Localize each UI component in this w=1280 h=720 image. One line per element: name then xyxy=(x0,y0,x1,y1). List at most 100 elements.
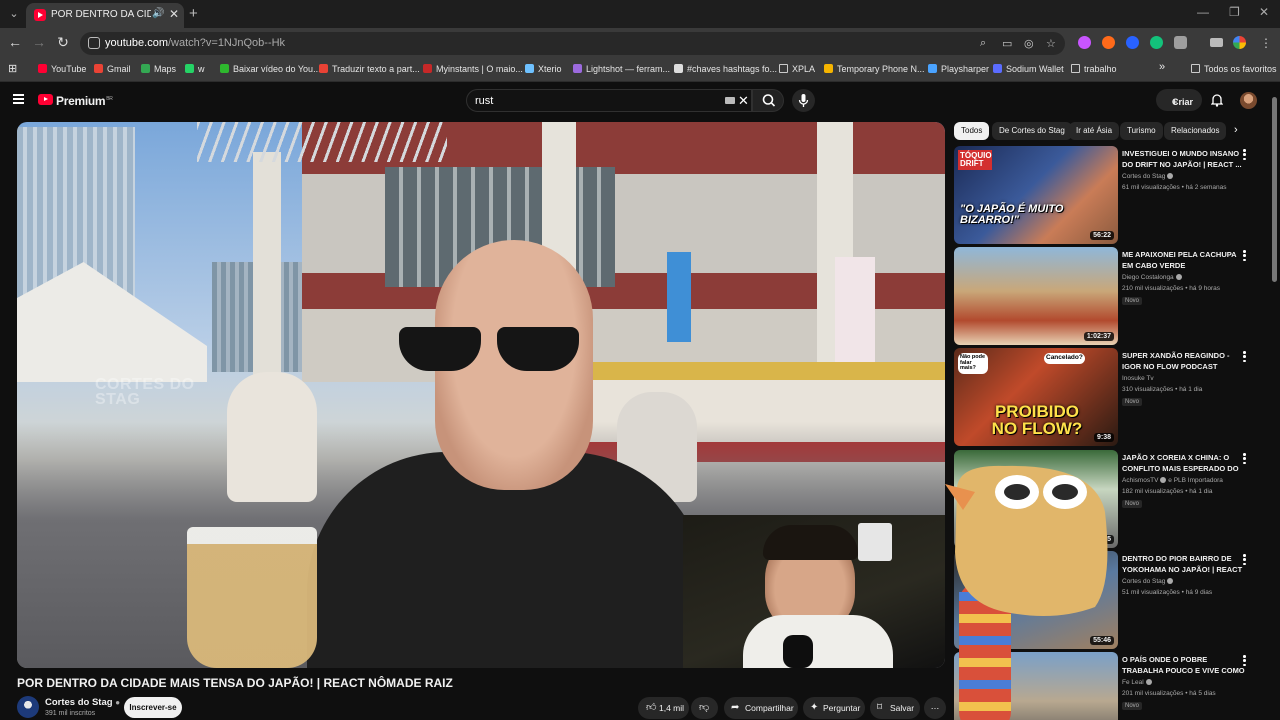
keyboard-icon[interactable] xyxy=(725,97,735,104)
all-bookmarks[interactable]: Todos os favoritos xyxy=(1191,64,1277,74)
bookmark-item[interactable]: Playsharper xyxy=(928,64,989,74)
window-close-icon[interactable]: ✕ xyxy=(1259,5,1269,19)
more-options-icon[interactable] xyxy=(1243,655,1247,668)
apps-grid-icon[interactable]: ⊞ xyxy=(8,62,17,75)
bookmark-item[interactable]: XPLA xyxy=(779,64,815,74)
site-info-icon[interactable] xyxy=(88,37,100,49)
recommendation-title[interactable]: O PAÍS ONDE O POBRE TRABALHA POUCO E VIV… xyxy=(1122,654,1246,676)
bookmark-item[interactable]: Maps xyxy=(141,64,176,74)
bookmark-star-icon[interactable]: ☆ xyxy=(1046,37,1056,50)
recommendation-item[interactable]: 00:45 JAPÃO X COREIA X CHINA: O CONFLITO … xyxy=(954,450,1254,548)
more-options-icon[interactable] xyxy=(1243,250,1247,263)
tab-close-icon[interactable]: ✕ xyxy=(169,7,179,21)
reading-list-icon[interactable] xyxy=(1210,38,1223,47)
search-input[interactable]: rust ✕ xyxy=(466,89,752,112)
back-icon[interactable]: ← xyxy=(6,34,24,50)
recommendation-channel[interactable]: Diego Costalonga xyxy=(1122,274,1182,281)
share-button[interactable]: ➦ Compartilhar xyxy=(724,697,798,719)
notifications-bell-icon[interactable] xyxy=(1211,93,1223,107)
forward-icon[interactable]: → xyxy=(30,34,48,50)
bookmarks-overflow-icon[interactable]: » xyxy=(1159,61,1165,73)
recommendation-thumbnail[interactable]: 00:45 xyxy=(954,450,1118,548)
bookmark-item[interactable]: Xterio xyxy=(525,64,562,74)
more-options-icon[interactable] xyxy=(1243,453,1247,466)
recommendation-item[interactable]: Não pode falar mais? Cancelado? PROIBIDO N… xyxy=(954,348,1254,446)
channel-name[interactable]: Cortes do Stag ● xyxy=(45,697,120,708)
bookmark-item[interactable]: Temporary Phone N... xyxy=(824,64,925,74)
save-button[interactable]: ⌑ Salvar xyxy=(870,697,920,719)
create-button[interactable]: + Criar xyxy=(1156,89,1202,111)
account-avatar[interactable] xyxy=(1240,92,1257,109)
extensions-puzzle-icon[interactable] xyxy=(1174,36,1187,49)
recommendation-channel[interactable]: Cortes do Stag xyxy=(1122,578,1174,585)
youtube-brand[interactable]: PremiumBR xyxy=(56,94,113,108)
recommendation-thumbnail[interactable]: Não pode falar mais? Cancelado? PROIBIDO N… xyxy=(954,348,1118,446)
bookmark-item[interactable]: Myinstants | O maio... xyxy=(423,64,523,74)
menu-icon[interactable] xyxy=(13,94,24,107)
page-scrollbar[interactable] xyxy=(1272,97,1277,282)
fox-extension-icon[interactable] xyxy=(1102,36,1115,49)
bookmark-item[interactable]: Sodium Wallet xyxy=(993,64,1064,74)
subscribe-button[interactable]: Inscrever-se xyxy=(124,697,182,718)
recommendation-channel[interactable]: Inosuke Tv xyxy=(1122,375,1154,382)
more-options-icon[interactable] xyxy=(1243,554,1247,567)
recommendation-item[interactable]: TÓQUIO DRIFT "O JAPÃO É MUITO BIZARRO!" 56… xyxy=(954,146,1254,244)
bookmark-item[interactable]: Gmail xyxy=(94,64,131,74)
restore-icon[interactable]: ❐ xyxy=(1229,5,1240,19)
reload-icon[interactable]: ↻ xyxy=(54,34,72,51)
eye-off-icon[interactable]: ◎ xyxy=(1024,37,1034,50)
chrome-menu-icon[interactable]: ⋮ xyxy=(1260,36,1272,50)
minimize-icon[interactable]: — xyxy=(1197,5,1209,19)
bookmark-item[interactable]: Baixar vídeo do You... xyxy=(220,64,321,74)
wave-extension-icon[interactable] xyxy=(1126,36,1139,49)
browser-tab-active[interactable]: POR DENTRO DA CIDADE MAIS TENSA DO JAPÃO… xyxy=(26,3,184,28)
bookmark-item[interactable]: #chaves hashtags fo... xyxy=(674,64,777,74)
ask-button[interactable]: ✦ Perguntar xyxy=(803,697,865,719)
recommendation-title[interactable]: INVESTIGUEI O MUNDO INSANO DO DRIFT NO J… xyxy=(1122,148,1246,170)
recommendation-channel[interactable]: AchismosTV e PLB Importadora xyxy=(1122,477,1223,484)
bookmark-item[interactable]: w xyxy=(185,64,205,74)
recommendation-channel[interactable]: Cortes do Stag xyxy=(1122,173,1174,180)
recommendation-channel[interactable]: Fe Leal xyxy=(1122,679,1152,686)
recommendation-item[interactable]: 55:46 DENTRO DO PIOR BAIRRO DE YOKOHAMA N… xyxy=(954,551,1254,649)
clear-search-icon[interactable]: ✕ xyxy=(738,93,749,109)
more-options-icon[interactable] xyxy=(1243,351,1247,364)
g-extension-icon[interactable] xyxy=(1150,36,1163,49)
address-bar[interactable]: youtube.com/watch?v=1NJnQob--Hk ⌕ ▭ ◎ ☆ xyxy=(80,32,1065,55)
bookmark-item[interactable]: trabalho xyxy=(1071,64,1117,74)
channel-avatar[interactable] xyxy=(17,696,39,718)
video-player[interactable]: CORTES DO STAG xyxy=(17,122,945,668)
filter-chip[interactable]: De Cortes do Stag xyxy=(992,122,1072,140)
filter-chip[interactable]: Turismo xyxy=(1120,122,1163,140)
bookmark-item[interactable]: Lightshot — ferram... xyxy=(573,64,670,74)
speaker-icon[interactable]: 🔊 xyxy=(152,8,164,19)
recommendation-title[interactable]: ME APAIXONEI PELA CACHUPA EM CABO VERDE xyxy=(1122,249,1246,271)
recommendation-thumbnail[interactable]: 55:46 xyxy=(954,551,1118,649)
bookmark-item[interactable]: Traduzir texto a part... xyxy=(319,64,420,74)
download-extension-icon[interactable] xyxy=(1078,36,1091,49)
dislike-button[interactable]: 👎︎ xyxy=(691,697,718,719)
voice-search-button[interactable] xyxy=(792,89,815,112)
youtube-logo-icon[interactable] xyxy=(38,94,53,105)
more-actions-icon[interactable]: ⋯ xyxy=(924,697,946,719)
filter-chip[interactable]: Ir até Ásia xyxy=(1069,122,1120,140)
zoom-icon[interactable]: ⌕ xyxy=(980,37,986,50)
recommendation-thumbnail[interactable] xyxy=(954,652,1118,720)
tab-search-icon[interactable]: ⌄ xyxy=(6,6,22,22)
recommendation-item[interactable]: 1:02:37 ME APAIXONEI PELA CACHUPA EM CABO… xyxy=(954,247,1254,345)
profile-icon[interactable] xyxy=(1233,36,1246,49)
bookmark-item[interactable]: YouTube xyxy=(38,64,86,74)
new-tab-icon[interactable]: + xyxy=(189,5,198,22)
filter-chip[interactable]: Relacionados xyxy=(1164,122,1227,140)
recommendation-title[interactable]: SUPER XANDÃO REAGINDO - IGOR NO FLOW POD… xyxy=(1122,350,1246,372)
filter-chip[interactable]: Todos xyxy=(954,122,990,140)
recommendation-title[interactable]: DENTRO DO PIOR BAIRRO DE YOKOHAMA NO JAP… xyxy=(1122,553,1246,575)
like-button[interactable]: 👍︎ 1,4 mil xyxy=(638,697,689,719)
search-button[interactable] xyxy=(752,89,784,112)
recommendation-title[interactable]: JAPÃO X COREIA X CHINA: O CONFLITO MAIS … xyxy=(1122,452,1246,474)
recommendation-item[interactable]: O PAÍS ONDE O POBRE TRABALHA POUCO E VIV… xyxy=(954,652,1254,720)
url-text[interactable]: youtube.com/watch?v=1NJnQob--Hk xyxy=(105,37,285,49)
chevron-right-icon[interactable]: › xyxy=(1234,124,1238,136)
more-options-icon[interactable] xyxy=(1243,149,1247,162)
recommendation-thumbnail[interactable]: 1:02:37 xyxy=(954,247,1118,345)
